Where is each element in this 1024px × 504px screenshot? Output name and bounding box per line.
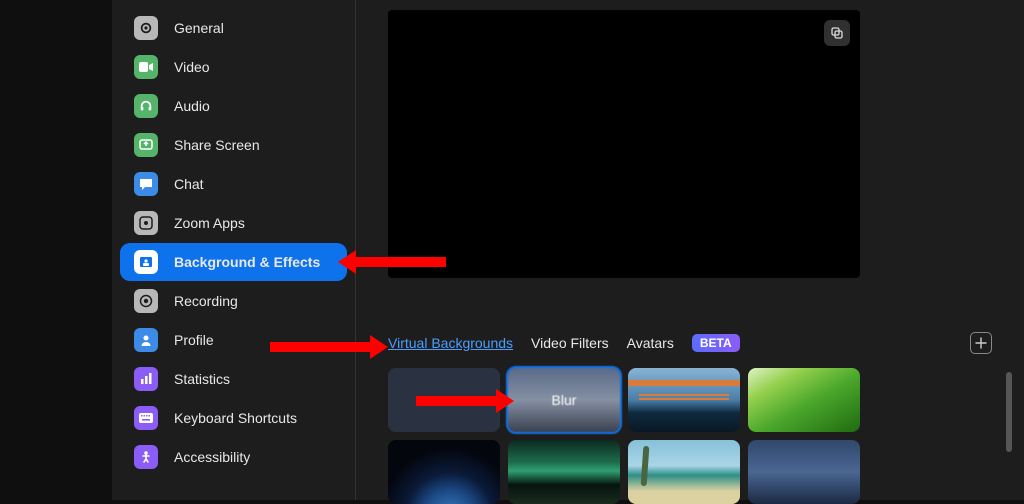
sidebar-item-accessibility[interactable]: Accessibility: [120, 438, 347, 476]
background-thumb-grass[interactable]: [748, 368, 860, 432]
plus-icon: [975, 337, 987, 349]
tab-avatars[interactable]: Avatars: [627, 335, 674, 351]
background-thumb-none[interactable]: [388, 368, 500, 432]
video-icon: [134, 55, 158, 79]
settings-sidebar: General Video Audio Share Screen Chat Zo…: [112, 0, 356, 500]
sidebar-item-label: Statistics: [174, 371, 230, 387]
sidebar-item-label: Audio: [174, 98, 210, 114]
background-thumb-blur[interactable]: Blur: [508, 368, 620, 432]
background-thumb-bridge[interactable]: [628, 368, 740, 432]
apps-icon: [134, 211, 158, 235]
record-icon: [134, 289, 158, 313]
background-icon: [134, 250, 158, 274]
beta-badge: BETA: [692, 334, 740, 352]
add-background-button[interactable]: [970, 332, 992, 354]
background-tabs: Virtual Backgrounds Video Filters Avatar…: [388, 332, 1000, 354]
background-thumb-beach[interactable]: [628, 440, 740, 504]
background-thumb-aurora[interactable]: [508, 440, 620, 504]
main-panel: Virtual Backgrounds Video Filters Avatar…: [356, 0, 1024, 500]
sidebar-item-label: Background & Effects: [174, 254, 320, 270]
sidebar-item-label: Share Screen: [174, 137, 260, 153]
sidebar-item-label: General: [174, 20, 224, 36]
background-thumb-mountain[interactable]: [748, 440, 860, 504]
sidebar-item-video[interactable]: Video: [120, 48, 347, 86]
accessibility-icon: [134, 445, 158, 469]
tab-video-filters[interactable]: Video Filters: [531, 335, 609, 351]
sidebar-item-audio[interactable]: Audio: [120, 87, 347, 125]
keyboard-icon: [134, 406, 158, 430]
sidebar-item-label: Zoom Apps: [174, 215, 245, 231]
sidebar-item-recording[interactable]: Recording: [120, 282, 347, 320]
sidebar-item-label: Accessibility: [174, 449, 250, 465]
sidebar-item-general[interactable]: General: [120, 9, 347, 47]
stats-icon: [134, 367, 158, 391]
sidebar-item-label: Recording: [174, 293, 238, 309]
sidebar-item-profile[interactable]: Profile: [120, 321, 347, 359]
sidebar-item-keyboard-shortcuts[interactable]: Keyboard Shortcuts: [120, 399, 347, 437]
background-thumb-earth[interactable]: [388, 440, 500, 504]
sidebar-item-chat[interactable]: Chat: [120, 165, 347, 203]
sidebar-item-label: Chat: [174, 176, 204, 192]
sidebar-item-label: Keyboard Shortcuts: [174, 410, 297, 426]
headphones-icon: [134, 94, 158, 118]
video-preview: [388, 10, 860, 278]
background-grid: Blur: [388, 368, 868, 504]
sidebar-item-label: Video: [174, 59, 210, 75]
mirror-icon: [830, 26, 844, 40]
share-icon: [134, 133, 158, 157]
sidebar-item-zoom-apps[interactable]: Zoom Apps: [120, 204, 347, 242]
mirror-toggle-button[interactable]: [824, 20, 850, 46]
sidebar-item-label: Profile: [174, 332, 214, 348]
tab-virtual-backgrounds[interactable]: Virtual Backgrounds: [388, 335, 513, 351]
sidebar-item-share-screen[interactable]: Share Screen: [120, 126, 347, 164]
sidebar-item-statistics[interactable]: Statistics: [120, 360, 347, 398]
sidebar-item-background-effects[interactable]: Background & Effects: [120, 243, 347, 281]
thumb-label: Blur: [508, 368, 620, 432]
profile-icon: [134, 328, 158, 352]
chat-icon: [134, 172, 158, 196]
settings-icon: [134, 16, 158, 40]
vertical-scrollbar[interactable]: [1006, 372, 1012, 452]
